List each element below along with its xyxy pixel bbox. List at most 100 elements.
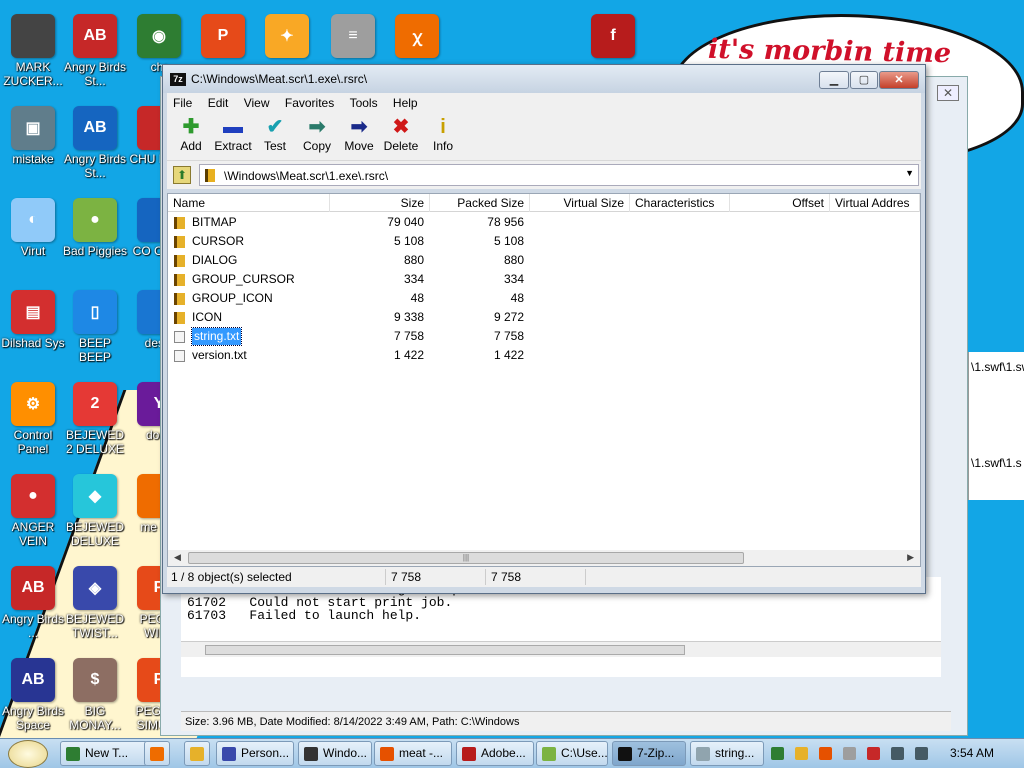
taskbar-button[interactable]: meat -... bbox=[374, 741, 452, 766]
chevron-down-icon[interactable]: ▼ bbox=[905, 168, 914, 178]
angry-bird-red-icon: ● bbox=[11, 474, 55, 518]
desktop-icon[interactable]: ▤ Dilshad Sys bbox=[0, 286, 66, 372]
horizontal-scrollbar[interactable]: ◀ ||| ▶ bbox=[168, 550, 920, 566]
column-offset[interactable]: Offset bbox=[730, 194, 830, 212]
menu-help[interactable]: Help bbox=[387, 93, 424, 113]
packed-size: 7 758 bbox=[493, 329, 524, 343]
maximize-button[interactable]: ▢ bbox=[850, 71, 878, 89]
file-list[interactable]: Name Size Packed Size Virtual Size Chara… bbox=[167, 193, 921, 567]
flash-icon bbox=[462, 747, 476, 761]
table-row[interactable]: DIALOG 880 880 bbox=[168, 251, 920, 270]
info-button[interactable]: i Info bbox=[421, 115, 465, 153]
desktop-icon[interactable]: MARK ZUCKER... bbox=[0, 10, 66, 96]
menu-edit[interactable]: Edit bbox=[202, 93, 235, 113]
desktop-icon[interactable]: $ BIG MONAY... bbox=[62, 654, 128, 738]
network-icon[interactable] bbox=[891, 747, 904, 760]
table-row[interactable]: ICON 9 338 9 272 bbox=[168, 308, 920, 327]
folder-icon bbox=[174, 236, 185, 248]
column-characteristics[interactable]: Characteristics bbox=[630, 194, 730, 212]
table-row[interactable]: CURSOR 5 108 5 108 bbox=[168, 232, 920, 251]
taskbar-button[interactable]: string... bbox=[690, 741, 764, 766]
horizontal-scrollbar[interactable] bbox=[181, 641, 941, 657]
green-app-icon[interactable] bbox=[771, 747, 784, 760]
extract-button[interactable]: ▬ Extract bbox=[211, 115, 255, 153]
minus-circle-icon[interactable] bbox=[843, 747, 856, 760]
add-button[interactable]: ✚ Add bbox=[169, 115, 213, 153]
desktop-icon[interactable]: AB Angry Birds St... bbox=[62, 102, 128, 188]
table-row[interactable]: GROUP_ICON 48 48 bbox=[168, 289, 920, 308]
move-button[interactable]: ➡ Move bbox=[337, 115, 381, 153]
minimize-button[interactable]: ▁ bbox=[819, 71, 849, 89]
desktop-icon[interactable]: ● ANGER VEIN bbox=[0, 470, 66, 556]
toolbar-label: Add bbox=[180, 139, 202, 153]
desktop-icon[interactable]: 2 BEJEWED 2 DELUXE bbox=[62, 378, 128, 464]
copy-button[interactable]: ➡ Copy bbox=[295, 115, 339, 153]
menu-view[interactable]: View bbox=[238, 93, 276, 113]
desktop-icon[interactable]: ⚙ Control Panel bbox=[0, 378, 66, 464]
table-row[interactable]: string.txt 7 758 7 758 bbox=[168, 327, 920, 346]
document-icon: ≡ bbox=[331, 14, 375, 58]
search-icon[interactable] bbox=[819, 747, 832, 760]
test-icon: ✔ bbox=[266, 116, 284, 138]
scroll-left-icon[interactable]: ◀ bbox=[174, 552, 181, 563]
taskbar-button[interactable] bbox=[184, 741, 210, 766]
menu-file[interactable]: File bbox=[167, 93, 198, 113]
folder-up-button[interactable]: ⬆ bbox=[173, 166, 191, 184]
shield-icon[interactable] bbox=[867, 747, 880, 760]
taskbar-button[interactable]: Windo... bbox=[298, 741, 372, 766]
table-row[interactable]: BITMAP 79 040 78 956 bbox=[168, 213, 920, 232]
taskbar-button[interactable]: 7-Zip... bbox=[612, 741, 686, 766]
desktop-icon[interactable]: ◐ Virut bbox=[0, 194, 66, 280]
desktop-icon[interactable]: ▯ BEEP BEEP bbox=[62, 286, 128, 372]
scrollbar-thumb[interactable]: ||| bbox=[188, 552, 744, 564]
angry-birds-star-wars-icon: AB bbox=[73, 14, 117, 58]
7zip-app-icon: 7z bbox=[170, 73, 186, 86]
taskbar-button[interactable]: Person... bbox=[216, 741, 294, 766]
desktop-icon[interactable]: ◆ BEJEWED DELUXE bbox=[62, 470, 128, 556]
side-window[interactable]: \1.swf\1.sw \1.swf\1.s bbox=[968, 352, 1024, 500]
speaker-icon[interactable] bbox=[915, 747, 928, 760]
start-button[interactable] bbox=[8, 740, 48, 768]
desktop-icon[interactable]: ◈ BEJEWED TWIST... bbox=[62, 562, 128, 648]
table-row[interactable]: version.txt 1 422 1 422 bbox=[168, 346, 920, 365]
toolbar-label: Info bbox=[432, 139, 453, 153]
column-virtual-address[interactable]: Virtual Addres bbox=[830, 194, 920, 212]
column-packed-size[interactable]: Packed Size bbox=[430, 194, 530, 212]
text-file-icon bbox=[174, 350, 185, 362]
desktop-icon-label: BEJEWED DELUXE bbox=[65, 520, 124, 548]
taskbar-button-label: Adobe... bbox=[481, 746, 526, 760]
taskbar-button[interactable]: Adobe... bbox=[456, 741, 534, 766]
desktop-icon[interactable]: AB Angry Birds St... bbox=[62, 10, 128, 96]
test-button[interactable]: ✔ Test bbox=[253, 115, 297, 153]
close-icon[interactable]: ✕ bbox=[937, 85, 959, 101]
scroll-right-icon[interactable]: ▶ bbox=[907, 552, 914, 563]
taskbar-button[interactable]: New T... bbox=[60, 741, 148, 766]
desktop-icon[interactable]: ● Bad Piggies bbox=[62, 194, 128, 280]
close-button[interactable]: ✕ bbox=[879, 71, 919, 89]
selected-packed-size: 7 758 bbox=[491, 570, 522, 584]
column-virtual-size[interactable]: Virtual Size bbox=[530, 194, 630, 212]
info-icon: i bbox=[440, 116, 446, 138]
app-icon bbox=[222, 747, 236, 761]
taskbar-button[interactable]: C:\Use... bbox=[536, 741, 608, 766]
column-size[interactable]: Size bbox=[330, 194, 430, 212]
desktop-icon[interactable]: AB Angry Birds Space bbox=[0, 654, 66, 738]
address-field[interactable]: \Windows\Meat.scr\1.exe\.rsrc\ ▼ bbox=[199, 164, 919, 186]
menu-tools[interactable]: Tools bbox=[344, 93, 384, 113]
clock[interactable]: 3:54 AM bbox=[950, 746, 994, 760]
scrollbar-thumb[interactable] bbox=[205, 645, 685, 655]
7zip-window[interactable]: 7z C:\Windows\Meat.scr\1.exe\.rsrc\ ▁ ▢ … bbox=[162, 64, 926, 594]
desktop-icon-label: BEEP BEEP bbox=[78, 336, 111, 364]
phone-icon: ▯ bbox=[73, 290, 117, 334]
taskbar-button[interactable] bbox=[144, 741, 170, 766]
desktop-icon[interactable]: AB Angry Birds ... bbox=[0, 562, 66, 648]
table-row[interactable]: GROUP_CURSOR 334 334 bbox=[168, 270, 920, 289]
folder-icon bbox=[174, 217, 185, 229]
desktop-icon[interactable]: ▣ mistake bbox=[0, 102, 66, 188]
delete-button[interactable]: ✖ Delete bbox=[379, 115, 423, 153]
menu-favorites[interactable]: Favorites bbox=[279, 93, 340, 113]
title-bar[interactable]: 7z C:\Windows\Meat.scr\1.exe\.rsrc\ ▁ ▢ … bbox=[163, 65, 925, 93]
column-name[interactable]: Name bbox=[168, 194, 330, 212]
folder-icon[interactable] bbox=[795, 747, 808, 760]
address-text: \Windows\Meat.scr\1.exe\.rsrc\ bbox=[224, 169, 389, 183]
